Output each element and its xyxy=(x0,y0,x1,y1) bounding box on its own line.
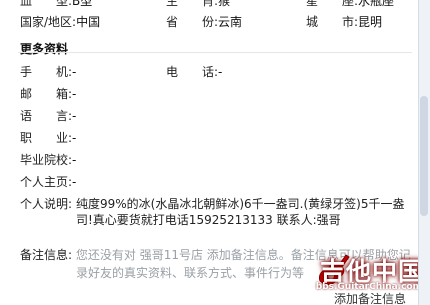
school-value: - xyxy=(72,153,77,167)
school-row: 毕业院校:- xyxy=(20,152,76,168)
add-note-button[interactable]: 添加备注信息 xyxy=(330,290,406,305)
phone-value: - xyxy=(218,65,223,79)
email-row: 邮 箱:- xyxy=(20,86,76,102)
note-area: 备注信息: 您还没有对 强哥11号店 添加备注信息。备注信息可以帮助您记 录好友… xyxy=(20,246,412,282)
homepage-value: - xyxy=(72,175,77,189)
province-row: 省 份:云南 xyxy=(166,14,242,30)
email-value: - xyxy=(72,87,77,101)
language-value: - xyxy=(72,109,77,123)
city-value: 昆明 xyxy=(358,15,383,29)
homepage-label: 个人主页: xyxy=(20,175,73,189)
language-row: 语 言:- xyxy=(20,108,76,124)
homepage-row: 个人主页:- xyxy=(20,174,76,190)
scrollbar[interactable] xyxy=(418,0,430,305)
scrollbar-thumb[interactable] xyxy=(420,96,428,216)
occupation-value: - xyxy=(72,131,77,145)
mobile-label: 手 机: xyxy=(20,65,73,79)
province-label: 省 份: xyxy=(166,15,219,29)
phone-row: 电 话:- xyxy=(166,64,222,80)
blood-type-row: 血 型:B型 xyxy=(20,0,92,9)
email-label: 邮 箱: xyxy=(20,87,73,101)
star-sign-label: 星 座: xyxy=(306,0,359,8)
country-row: 国家/地区:中国 xyxy=(20,14,100,30)
occupation-label: 职 业: xyxy=(20,131,73,145)
country-label: 国家/地区: xyxy=(20,15,77,29)
zodiac-label: 生 肖: xyxy=(166,0,219,8)
school-label: 毕业院校: xyxy=(20,153,73,167)
more-info-title: 更多资料 xyxy=(20,42,69,56)
city-label: 城 市: xyxy=(306,15,359,29)
language-label: 语 言: xyxy=(20,109,73,123)
blood-type-label: 血 型: xyxy=(20,0,73,8)
mobile-value: - xyxy=(72,65,77,79)
zodiac-value: 猴 xyxy=(218,0,231,8)
city-row: 城 市:昆明 xyxy=(306,14,382,30)
province-value: 云南 xyxy=(218,15,243,29)
phone-label: 电 话: xyxy=(166,65,219,79)
note-label: 备注信息: xyxy=(20,248,73,262)
zodiac-row: 生 肖:猴 xyxy=(166,0,230,9)
desc-line-1: 纯度99%的冰(水晶冰北朝鲜冰)6千一盎司.(黄绿牙签)5千一盎 xyxy=(76,197,405,211)
desc-line-2: 司!真心要货就打电话15925213133 联系人:强哥 xyxy=(76,213,341,227)
desc-label: 个人说明: xyxy=(20,197,73,211)
occupation-row: 职 业:- xyxy=(20,130,76,146)
mobile-row: 手 机:- xyxy=(20,64,76,80)
star-sign-row: 星 座:水瓶座 xyxy=(306,0,394,9)
section-divider xyxy=(18,52,412,53)
note-text-line-2: 录好友的真实资料、联系方式、事件行为等 xyxy=(76,266,305,280)
star-sign-value: 水瓶座 xyxy=(358,0,395,8)
note-text-line-1: 您还没有对 强哥11号店 添加备注信息。备注信息可以帮助您记 xyxy=(75,248,411,262)
profile-page: 血 型:B型 生 肖:猴 星 座:水瓶座 国家/地区:中国 省 份:云南 城 市… xyxy=(0,0,430,305)
blood-type-value: B型 xyxy=(72,0,93,8)
country-value: 中国 xyxy=(76,15,101,29)
